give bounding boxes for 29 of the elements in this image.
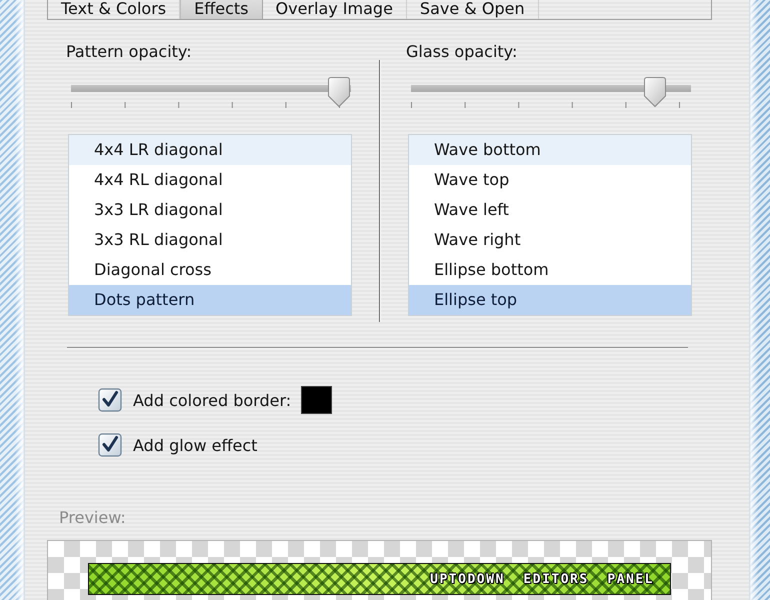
list-item[interactable]: 4x4 RL diagonal [69,165,351,195]
list-item[interactable]: Wave right [409,225,691,255]
banner-text: UPTODOWN EDITORS PANEL [430,572,654,586]
list-item[interactable]: Diagonal cross [69,255,351,285]
list-item[interactable]: Ellipse top [409,285,691,315]
list-item[interactable]: Ellipse bottom [409,255,691,285]
list-item[interactable]: 3x3 RL diagonal [69,225,351,255]
checkbox-label[interactable]: Add colored border: [133,390,292,410]
slider-label: Pattern opacity: [66,42,193,61]
slider-thumb[interactable] [327,76,351,108]
color-swatch-icon[interactable] [301,386,332,414]
tab[interactable]: Overlay Image [262,0,407,19]
checkbox-label[interactable]: Add glow effect [133,436,258,454]
list-item[interactable]: Dots pattern [69,285,351,315]
list-item[interactable]: Wave top [409,165,691,195]
slider-label: Glass opacity: [406,42,518,61]
slider-track[interactable] [71,76,351,110]
list-item[interactable]: Wave left [409,195,691,225]
list-item[interactable]: 4x4 LR diagonal [69,135,351,165]
tab[interactable]: Save & Open [406,0,539,19]
preview-label: Preview: [59,508,126,527]
checkbox[interactable] [98,433,122,457]
list-item[interactable]: 3x3 LR diagonal [69,195,351,225]
list-box[interactable]: Wave bottom Wave top Wave left Wave right Ellipse bottom Ellipse top [408,134,692,316]
list-item[interactable]: Wave bottom [409,135,691,165]
tab[interactable]: Effects [180,0,263,19]
checkbox[interactable] [98,388,122,412]
list-box[interactable]: 4x4 LR diagonal 4x4 RL diagonal 3x3 LR diagonal 3x3 RL diagonal Diagonal cross Dots pattern [68,134,352,316]
slider-thumb[interactable] [642,76,667,108]
